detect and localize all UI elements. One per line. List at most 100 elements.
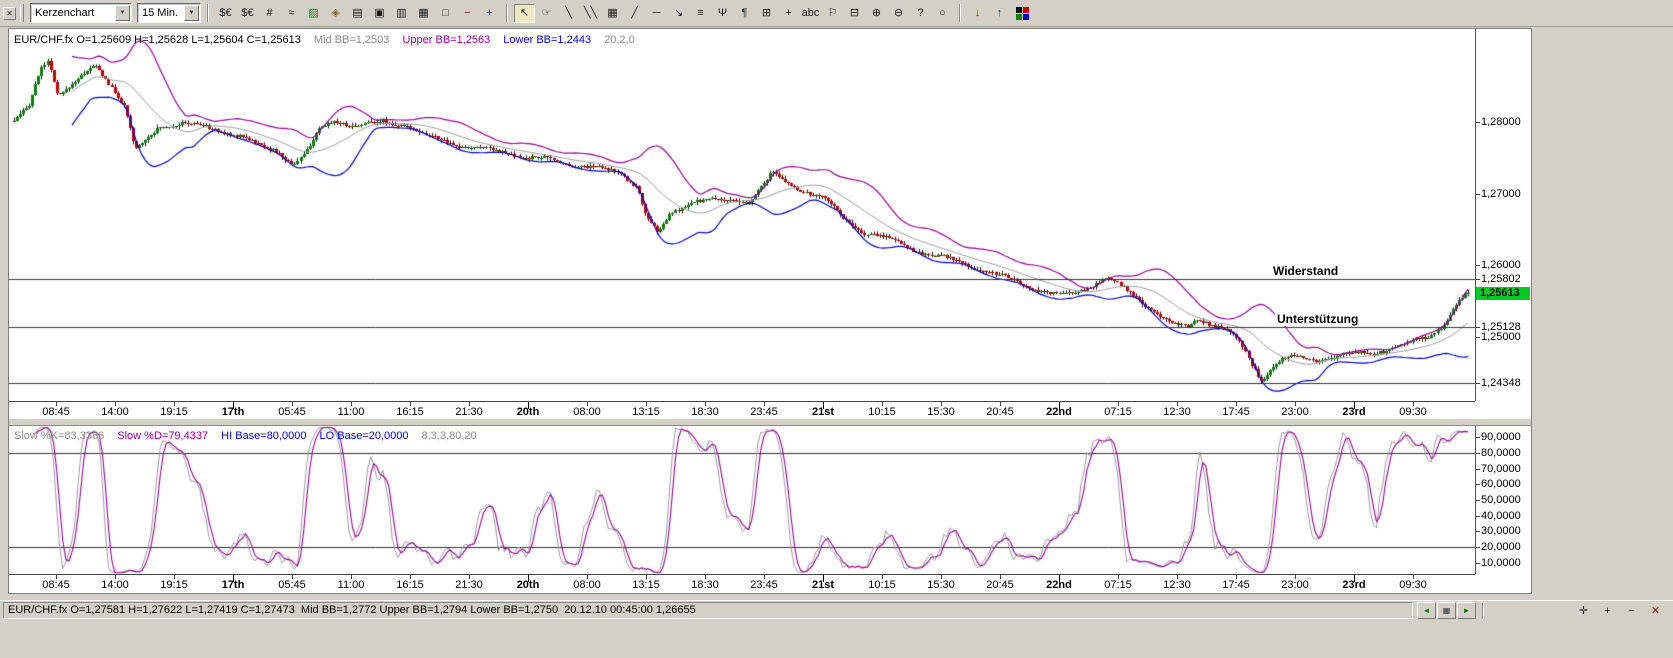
icon-glyph: ⚐ — [828, 8, 838, 19]
hand-pan-icon[interactable]: ☞ — [536, 4, 557, 23]
icon-glyph: ⊖ — [894, 8, 903, 19]
alert-icon[interactable]: ⚐ — [822, 4, 843, 23]
stoch-params-readout: 8,3,3,80,20 — [422, 430, 477, 442]
crosshair-icon[interactable]: + — [778, 4, 799, 23]
chart-tools: ✛ +−✕ — [1575, 602, 1664, 619]
pane-splitter[interactable] — [9, 418, 1531, 426]
icon-glyph: ▥ — [396, 8, 406, 19]
chart-type-select[interactable]: Kerzenchart ▼ — [30, 3, 132, 23]
page-prev-button[interactable]: ◄ — [1417, 602, 1436, 619]
icon-glyph: ↘ — [674, 8, 683, 19]
chart-grid-icon[interactable]: ▦ — [413, 4, 434, 23]
print-icon[interactable]: ▤ — [347, 4, 368, 23]
main-toolbar: ✕ Kerzenchart ▼ 15 Min. ▼ $€ $€ # ≈▨◈▤ ▣ ▥ ▦ □ −… — [0, 0, 1673, 27]
delete-drawing-button[interactable]: ✕ — [1647, 602, 1664, 619]
time-axis-label: 08:45 — [42, 579, 70, 591]
page-overview-button[interactable]: ▦ — [1437, 602, 1456, 619]
main-chart-canvas[interactable] — [9, 29, 1475, 401]
icon-glyph: ╲ — [565, 8, 572, 19]
ellipse-tool-icon[interactable]: ○ — [932, 4, 953, 23]
instrument-dollar-euro-icon[interactable]: $€ — [215, 4, 236, 23]
time-axis-label: 11:00 — [338, 579, 365, 591]
grid-tool-icon[interactable]: ▦ — [602, 4, 623, 23]
time-axis-label: 18:30 — [691, 579, 719, 591]
arrow-annotation-icon[interactable]: ↘ — [668, 4, 689, 23]
zigzag-indicator-icon[interactable]: ≈ — [281, 4, 302, 23]
new-chart-icon[interactable]: □ — [435, 4, 456, 23]
time-axis-label: 22nd — [1046, 406, 1072, 418]
toolbar-separator — [207, 4, 209, 22]
time-axis-label: 10:15 — [868, 406, 896, 418]
trendline-down-icon[interactable]: ╲ — [558, 4, 579, 23]
time-axis-label: 23:45 — [750, 406, 778, 418]
diamond-tool-icon[interactable]: ◈ — [325, 4, 346, 23]
resistance-label[interactable]: Widerstand — [1271, 264, 1340, 278]
pitchfork-icon[interactable]: Ψ — [712, 4, 733, 23]
text-note-icon[interactable]: ¶ — [734, 4, 755, 23]
icon-glyph: ╲╲ — [584, 8, 597, 19]
icon-glyph: □ — [442, 8, 449, 19]
sell-arrow-icon[interactable]: ↓ — [967, 4, 988, 23]
watchlist-grid-icon[interactable]: # — [259, 4, 280, 23]
status-readout: EUR/CHF.fx O=1,27581 H=1,27622 L=1,27419… — [3, 602, 1413, 619]
trendline-up-icon[interactable]: ╱ — [624, 4, 645, 23]
icon-glyph: abc — [802, 8, 820, 19]
icon-glyph: # — [266, 8, 272, 19]
timeframe-select[interactable]: 15 Min. ▼ — [137, 3, 201, 23]
time-axis-label: 20th — [517, 579, 540, 591]
toolbar-grip[interactable] — [20, 4, 24, 22]
status-bar: EUR/CHF.fx O=1,27581 H=1,27622 L=1,27419… — [0, 600, 1673, 620]
horizontal-line-icon[interactable]: ─ — [646, 4, 667, 23]
mid-bb-readout: Mid BB=1,2503 — [314, 34, 390, 46]
level-price-label: 1,25802 — [1481, 273, 1521, 285]
time-axis-label: 20:45 — [986, 406, 1014, 418]
instrument-change-icon[interactable]: $€ — [237, 4, 258, 23]
time-axis-label: 23:00 — [1281, 579, 1309, 591]
stochastic-canvas[interactable] — [9, 426, 1475, 574]
time-axis-label: 13:15 — [632, 406, 660, 418]
zoom-out-button[interactable]: − — [1623, 602, 1640, 619]
time-axis-label: 18:30 — [691, 406, 719, 418]
buy-arrow-icon[interactable]: ↑ — [989, 4, 1010, 23]
calculator-icon[interactable]: ⊟ — [844, 4, 865, 23]
add-series-icon[interactable]: + — [479, 4, 500, 23]
help-icon[interactable]: ? — [910, 4, 931, 23]
icon-glyph: $€ — [219, 8, 231, 19]
layout-icon[interactable]: ▣ — [369, 4, 390, 23]
icon-glyph: ▣ — [374, 8, 384, 19]
zoom-in-icon[interactable]: ⊕ — [866, 4, 887, 23]
copy-chart-icon[interactable]: ▥ — [391, 4, 412, 23]
support-label[interactable]: Unterstützung — [1275, 312, 1360, 326]
grid-lines-icon[interactable]: ⊞ — [756, 4, 777, 23]
time-axis-label: 09:30 — [1399, 579, 1427, 591]
stochastic-header: Slow %K=83,3386 Slow %D=79,4337 HI Base=… — [14, 430, 477, 442]
palette-icon[interactable] — [1012, 4, 1033, 23]
fibonacci-icon[interactable]: ≡ — [690, 4, 711, 23]
cursor-select-icon[interactable]: ↖ — [514, 4, 535, 23]
slow-k-readout: Slow %K=83,3386 — [14, 430, 104, 442]
icon-glyph: − — [464, 8, 470, 19]
chevron-down-icon[interactable]: ▼ — [115, 5, 130, 21]
zoom-out-icon[interactable]: ⊖ — [888, 4, 909, 23]
parallel-lines-icon[interactable]: ╲╲ — [580, 4, 601, 23]
page-next-button[interactable]: ► — [1457, 602, 1476, 619]
remove-series-icon[interactable]: − — [457, 4, 478, 23]
zoom-in-button[interactable]: + — [1599, 602, 1616, 619]
icon-glyph: ↑ — [997, 8, 1003, 19]
stoch-axis-label: 70,0000 — [1481, 463, 1521, 475]
lower-bb-readout: Lower BB=1,2443 — [503, 34, 591, 46]
price-axis-label: 1,26000 — [1481, 259, 1521, 271]
toolbar-close-icon[interactable]: ✕ — [3, 7, 16, 20]
abc-label-icon[interactable]: abc — [800, 4, 821, 23]
stoch-axis-label: 50,0000 — [1481, 494, 1521, 506]
toolbar-separator — [959, 4, 961, 22]
icon-glyph: + — [785, 8, 791, 19]
icon-glyph: ≡ — [697, 8, 703, 19]
crosshair-button[interactable]: ✛ — [1575, 602, 1592, 619]
bb-params-readout: 20,2,0 — [604, 34, 635, 46]
icon-glyph: ⊞ — [762, 8, 771, 19]
area-chart-icon[interactable]: ▨ — [303, 4, 324, 23]
chevron-down-icon[interactable]: ▼ — [184, 5, 199, 21]
icon-glyph: ¶ — [742, 8, 748, 19]
icon-glyph: ▦ — [1443, 606, 1451, 615]
